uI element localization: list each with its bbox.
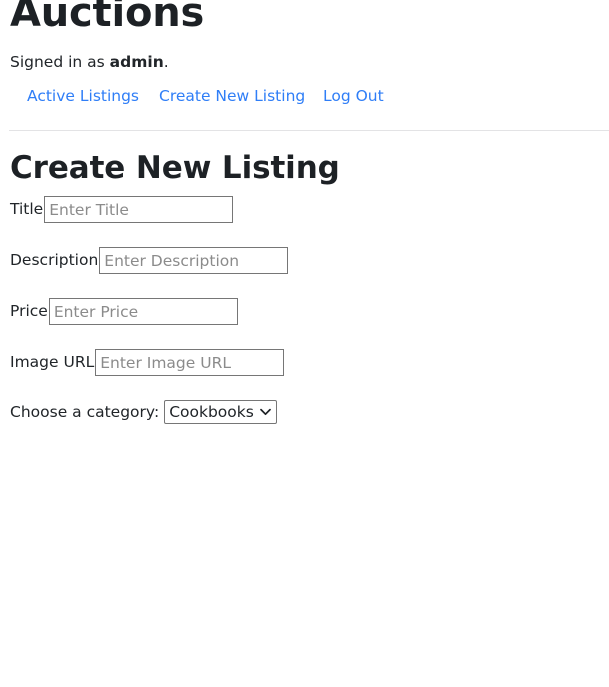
form-row-description: Description: [10, 247, 590, 274]
signed-in-suffix: .: [163, 53, 169, 71]
main-nav: Active Listings Create New Listing Log O…: [0, 86, 609, 108]
form-row-title: Title: [10, 196, 590, 223]
nav-link-create-new-listing[interactable]: Create New Listing: [159, 86, 305, 106]
price-label: Price: [10, 302, 48, 320]
nav-link-active-listings[interactable]: Active Listings: [27, 86, 139, 106]
nav-link-log-out[interactable]: Log Out: [323, 86, 384, 106]
title-label: Title: [10, 200, 44, 218]
signed-in-prefix: Signed in as: [10, 53, 110, 71]
header-divider: [9, 130, 609, 131]
category-select[interactable]: Cookbooks: [164, 400, 278, 424]
page-title: Create New Listing: [10, 150, 340, 186]
description-input[interactable]: [99, 247, 289, 274]
signed-in-username: admin: [109, 53, 164, 71]
title-input[interactable]: [44, 196, 234, 223]
image-url-label: Image URL: [10, 353, 95, 371]
description-label: Description: [10, 251, 99, 269]
category-select-wrap: Cookbooks: [164, 400, 278, 424]
category-label: Choose a category:: [10, 402, 160, 421]
create-listing-form: Title Description Price Image URL Choose…: [10, 196, 590, 424]
form-row-category: Choose a category: Cookbooks: [10, 400, 590, 424]
signed-in-status: Signed in as admin.: [10, 53, 169, 72]
form-row-price: Price: [10, 298, 590, 325]
image-url-input[interactable]: [95, 349, 285, 376]
form-row-image-url: Image URL: [10, 349, 590, 376]
site-title: Auctions: [10, 0, 205, 36]
price-input[interactable]: [48, 298, 238, 325]
page-root: Auctions Signed in as admin. Active List…: [0, 0, 609, 687]
